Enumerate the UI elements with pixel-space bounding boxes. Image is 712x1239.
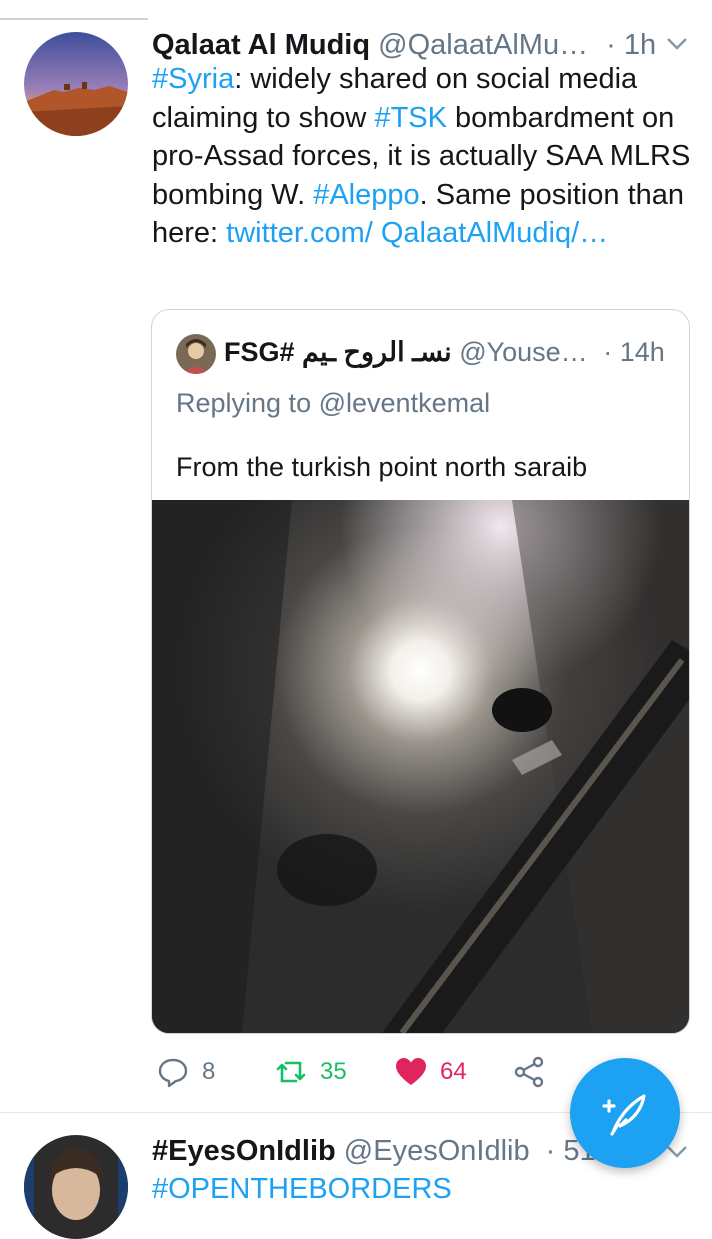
next-author-handle[interactable]: @EyesOnIdlib: [344, 1135, 530, 1167]
tweet-header: Qalaat Al Mudiq @QalaatAlMu… · 1h: [152, 28, 656, 62]
quoted-author-handle[interactable]: @Youse…: [459, 337, 588, 367]
like-button[interactable]: 64: [394, 1055, 467, 1089]
like-count: 64: [440, 1058, 467, 1085]
chevron-down-icon[interactable]: [666, 1144, 688, 1160]
feather-plus-icon: [602, 1094, 646, 1136]
quoted-media[interactable]: [152, 500, 689, 1033]
reply-count: 8: [202, 1058, 216, 1085]
quoted-tweet-text: From the turkish point north saraib: [176, 452, 588, 482]
author-handle[interactable]: @QalaatAlMu…: [378, 29, 588, 61]
quoted-tweet-time[interactable]: · 14h: [603, 337, 665, 367]
compose-tweet-button[interactable]: [570, 1058, 680, 1168]
hashtag-tsk[interactable]: #TSK: [374, 102, 447, 134]
quoted-author-avatar[interactable]: [176, 334, 216, 374]
quoted-tweet[interactable]: FSG# نسـ الروح ـيم @Youse… · 14h Replyin…: [151, 309, 690, 1034]
reply-button[interactable]: 8: [156, 1055, 215, 1089]
next-author-name[interactable]: #EyesOnIdlib: [152, 1135, 336, 1167]
next-author-avatar[interactable]: [24, 1135, 128, 1239]
author-avatar[interactable]: [24, 32, 128, 136]
next-tweet-header: #EyesOnIdlib @EyesOnIdlib · 51m: [152, 1134, 620, 1168]
top-divider: [0, 0, 148, 20]
tweet-time[interactable]: · 1h: [606, 29, 656, 61]
reply-icon: [158, 1058, 188, 1088]
retweet-count: 35: [320, 1058, 347, 1085]
tweet-body: #Syria: widely shared on social media cl…: [152, 60, 697, 253]
replying-to-label: Replying to: [176, 388, 312, 418]
share-button[interactable]: [512, 1055, 546, 1089]
retweet-icon: [276, 1061, 306, 1083]
retweet-button[interactable]: 35: [274, 1055, 347, 1089]
heart-icon: [396, 1058, 426, 1085]
hashtag-syria[interactable]: #Syria: [152, 63, 234, 95]
replying-to: Replying to @leventkemal: [176, 383, 490, 423]
replying-to-handle[interactable]: @leventkemal: [319, 388, 490, 418]
author-name[interactable]: Qalaat Al Mudiq: [152, 29, 370, 61]
share-icon: [514, 1056, 544, 1088]
chevron-down-icon[interactable]: [666, 36, 688, 52]
quoted-tweet-header: FSG# نسـ الروح ـيم @Youse… · 14h: [224, 332, 665, 372]
next-tweet-text[interactable]: #OPENTHEBORDERS: [152, 1172, 452, 1206]
tweet-link[interactable]: twitter.com/ QalaatAlMudiq/…: [226, 217, 608, 249]
hashtag-aleppo[interactable]: #Aleppo: [313, 179, 419, 211]
quoted-author-name[interactable]: FSG# نسـ الروح ـيم: [224, 337, 452, 367]
